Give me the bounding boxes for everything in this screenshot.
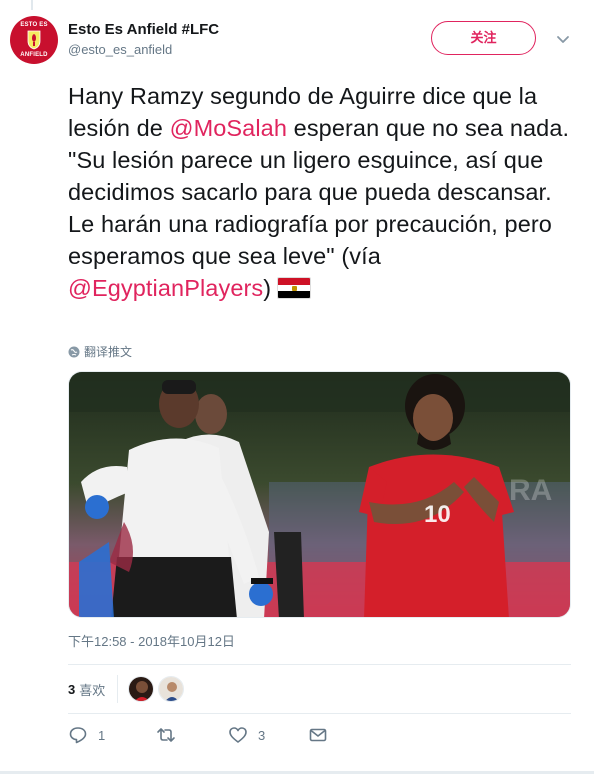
reply-icon [69,727,87,744]
svg-text:RA: RA [509,474,552,507]
divider [68,664,571,665]
direct-message-button[interactable] [308,725,328,745]
globe-icon [68,346,80,358]
tweet-header: ESTO ES ANFIELD Esto Es Anfield #LFC @es… [10,16,584,66]
avatar-top-text: ESTO ES [20,22,48,28]
tweet-text-part3: ) [263,275,272,301]
reply-button[interactable]: 1 [68,725,156,745]
tweet-photo[interactable]: 10 RA [68,371,571,618]
tweet-timestamp[interactable]: 下午12:58 - 2018年10月12日 [68,634,235,650]
avatar-bottom-text: ANFIELD [20,52,48,58]
likes-count[interactable]: 3 [68,682,75,697]
follow-button[interactable]: 关注 [431,21,536,55]
liverbird-crest-icon [27,30,41,50]
display-name[interactable]: Esto Es Anfield #LFC [68,20,219,40]
avatar[interactable]: ESTO ES ANFIELD [10,16,58,64]
translate-tweet-link[interactable]: 翻译推文 [68,344,132,360]
likes-separator [117,675,119,703]
reply-count: 1 [98,727,106,743]
svg-text:10: 10 [424,501,451,528]
likes-summary: 3 喜欢 [68,675,188,703]
liker-avatar[interactable] [158,676,185,702]
like-count: 3 [258,727,266,743]
heart-icon [229,727,247,743]
account-names: Esto Es Anfield #LFC @esto_es_anfield [68,20,219,59]
translate-label: 翻译推文 [84,345,133,359]
tweet-text: Hany Ramzy segundo de Aguirre dice que l… [68,80,573,304]
user-handle[interactable]: @esto_es_anfield [68,41,219,59]
mention-egyptianplayers-link[interactable]: @EgyptianPlayers [68,275,263,301]
photo-image: 10 RA [69,372,570,617]
tweet-actions: 1 3 [68,724,328,746]
retweet-icon [157,728,175,742]
like-button[interactable]: 3 [228,725,308,745]
retweet-button[interactable] [156,725,228,745]
divider [68,713,571,714]
mention-mosalah-link[interactable]: @MoSalah [170,115,287,141]
egypt-flag-icon [277,277,312,299]
thread-line [31,0,33,10]
likes-label[interactable]: 喜欢 [79,680,105,699]
liker-avatar[interactable] [128,676,155,702]
chevron-down-icon[interactable] [554,30,572,48]
envelope-icon [309,728,327,742]
